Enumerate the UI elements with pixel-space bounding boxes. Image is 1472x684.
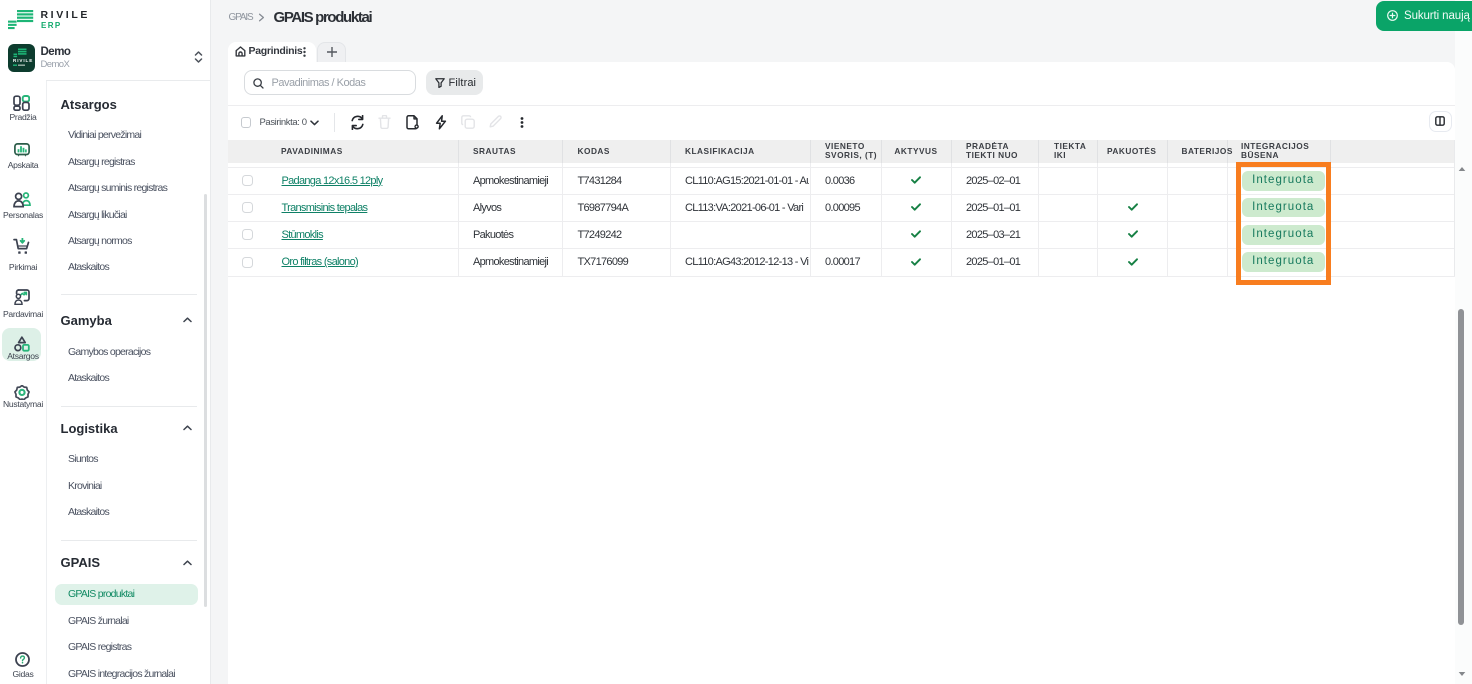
svg-text:RIVILE: RIVILE — [13, 57, 33, 62]
